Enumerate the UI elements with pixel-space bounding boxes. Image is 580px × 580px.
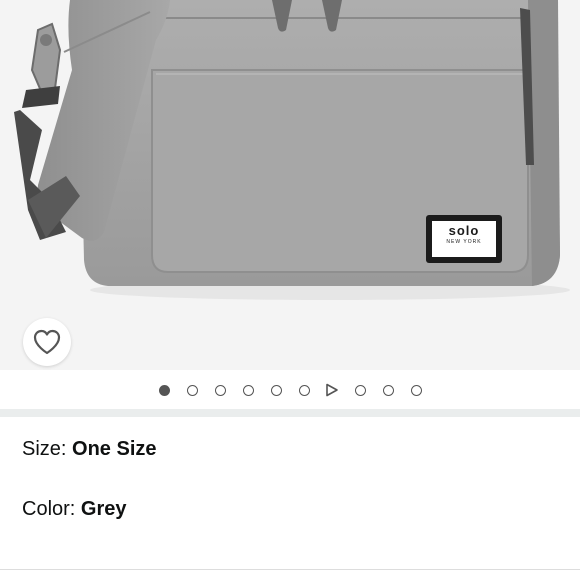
- brand-logo-subtext: NEW YORK: [446, 239, 482, 245]
- wishlist-button[interactable]: [23, 318, 71, 366]
- pager-dot[interactable]: [410, 384, 422, 396]
- color-label: Color:: [22, 498, 81, 520]
- pager-dot[interactable]: [354, 384, 366, 396]
- product-image[interactable]: solo NEW YORK: [0, 0, 580, 370]
- image-pager: [0, 380, 580, 400]
- brand-logo-text: solo: [448, 223, 480, 238]
- pager-dot-active[interactable]: [158, 384, 170, 396]
- pager-dot[interactable]: [270, 384, 282, 396]
- pager-dot[interactable]: [242, 384, 254, 396]
- pager-dot[interactable]: [382, 384, 394, 396]
- bottom-divider: [0, 569, 580, 570]
- heart-outline-icon: [33, 329, 61, 355]
- bag-illustration: [14, 0, 570, 300]
- color-value: Grey: [80, 498, 127, 520]
- size-value: One Size: [72, 438, 157, 460]
- pager-video-item[interactable]: [325, 383, 339, 397]
- color-option[interactable]: Color: Grey: [22, 498, 127, 521]
- pager-dot[interactable]: [214, 384, 226, 396]
- pager-dot[interactable]: [298, 384, 310, 396]
- pager-dot[interactable]: [186, 384, 198, 396]
- size-label: Size:: [22, 438, 73, 460]
- size-option[interactable]: Size: One Size: [22, 438, 157, 461]
- brand-logo: solo NEW YORK: [432, 224, 496, 246]
- play-icon: [326, 383, 338, 397]
- section-divider: [0, 409, 580, 417]
